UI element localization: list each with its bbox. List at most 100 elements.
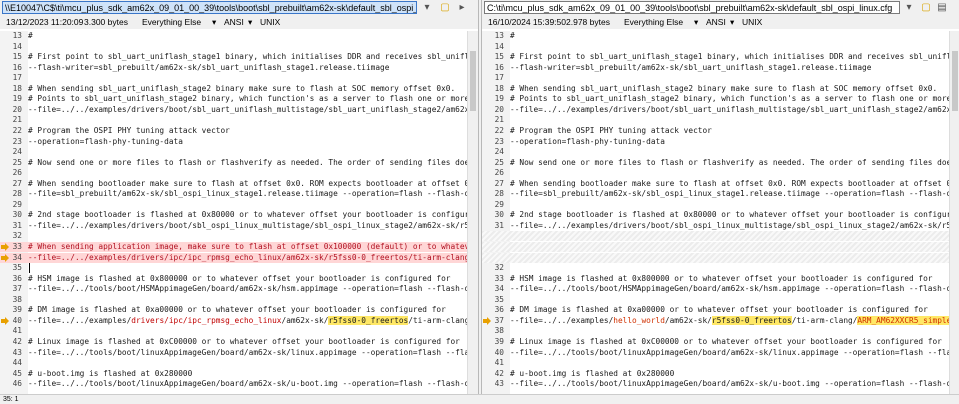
code-line[interactable]: 38 — [482, 326, 950, 336]
code-line[interactable]: 31 --file=../../examples/drivers/boot/sbl… — [482, 221, 959, 231]
code-line[interactable]: 33 # HSM image is flashed at 0x800000 or … — [482, 274, 950, 284]
code-line[interactable]: 17 — [0, 73, 468, 83]
code-line[interactable]: 17 — [482, 73, 950, 83]
code-line[interactable]: 25 # Now send one or more files to flash … — [0, 158, 474, 168]
right-encoding-select[interactable]: ANSI — [706, 16, 726, 29]
right-path-field[interactable]: C:\ti\mcu_plus_sdk_am62x_09_01_00_39\too… — [484, 1, 900, 14]
code-line[interactable]: 42 # Linux image is flashed at 0xC00000 o… — [0, 337, 468, 347]
code-line[interactable]: 28 --file=sbl_prebuilt/am62x-sk/sbl_ospi_… — [0, 189, 478, 199]
code-line[interactable]: 43 --file=../../tools/boot/linuxAppimageG… — [482, 379, 959, 389]
code-line[interactable]: 27 # When sending bootloader make sure to… — [0, 179, 478, 189]
scrollbar-thumb[interactable] — [952, 51, 958, 111]
code-line[interactable]: 24 — [482, 147, 950, 157]
code-line[interactable]: 18 # When sending sbl_uart_uniflash_stage… — [482, 84, 950, 94]
code-line[interactable]: 16 --flash-writer=sbl_prebuilt/am62x-sk/s… — [0, 63, 468, 73]
code-line[interactable]: 13 # — [0, 31, 468, 41]
navigate-icon[interactable]: ▸ — [455, 2, 469, 14]
code-line[interactable]: 25 # Now send one or more files to flash … — [482, 158, 956, 168]
code-line[interactable]: 26 — [0, 168, 468, 178]
line-text: --file=../../tools/boot/linuxAppimageGen… — [510, 379, 959, 389]
code-line[interactable]: 27 # When sending bootloader make sure to… — [482, 179, 959, 189]
code-line[interactable]: 30 # 2nd stage bootloader is flashed at 0… — [0, 210, 478, 220]
code-line[interactable]: 41 — [482, 358, 950, 368]
code-line[interactable]: 26 — [482, 168, 950, 178]
code-line[interactable]: 44 — [0, 358, 468, 368]
code-line[interactable]: 18 # When sending sbl_uart_uniflash_stage… — [0, 84, 468, 94]
dropdown-icon[interactable]: ▾ — [730, 16, 734, 29]
code-line[interactable] — [482, 252, 950, 263]
dropdown-icon[interactable]: ▾ — [420, 2, 434, 14]
code-line[interactable]: 23 --operation=flash-phy-tuning-data — [0, 137, 468, 147]
code-line[interactable]: 32 — [482, 263, 950, 273]
code-line[interactable]: 14 — [482, 42, 950, 52]
code-line[interactable]: 42 # u-boot.img is flashed at 0x280000 — [482, 369, 950, 379]
line-text: --file=../../tools/boot/HSMAppimageGen/b… — [510, 284, 959, 294]
code-line[interactable]: 33 # When sending application image, make… — [0, 242, 478, 252]
left-scrollbar[interactable] — [467, 31, 478, 395]
code-line[interactable]: 39 # Linux image is flashed at 0xC00000 o… — [482, 337, 950, 347]
dropdown-icon[interactable]: ▾ — [694, 16, 698, 29]
code-line[interactable]: 40 --file=../../tools/boot/linuxAppimageG… — [482, 348, 959, 358]
code-line[interactable]: 31 --file=../../examples/drivers/boot/sbl… — [0, 221, 478, 231]
code-line[interactable]: 35 — [0, 263, 468, 274]
code-line[interactable]: 29 — [482, 200, 950, 210]
code-line[interactable] — [482, 242, 950, 252]
right-path-row: C:\ti\mcu_plus_sdk_am62x_09_01_00_39\too… — [482, 0, 959, 16]
left-code-view[interactable]: 13 #14 15 # First point to sbl_uart_uniflas… — [0, 31, 478, 395]
code-line[interactable]: 38 — [0, 295, 468, 305]
code-line[interactable]: 19 # Points to sbl_uart_uniflash_stage2 b… — [482, 94, 959, 104]
code-line[interactable]: 45 # u-boot.img is flashed at 0x280000 — [0, 369, 468, 379]
code-line[interactable]: 16 --flash-writer=sbl_prebuilt/am62x-sk/s… — [482, 63, 950, 73]
code-line[interactable]: 36 # DM image is flashed at 0xa00000 or t… — [482, 305, 950, 315]
code-line[interactable]: 19 # Points to sbl_uart_uniflash_stage2 b… — [0, 94, 478, 104]
code-line[interactable]: 30 # 2nd stage bootloader is flashed at 0… — [482, 210, 959, 220]
line-number: 13 — [12, 31, 22, 40]
right-code-view[interactable]: 13 #14 15 # First point to sbl_uart_uniflas… — [482, 31, 959, 395]
code-line[interactable]: 21 — [482, 115, 950, 125]
code-line[interactable]: 22 # Program the OSPI PHY tuning attack v… — [0, 126, 468, 136]
code-line[interactable]: 21 — [0, 115, 468, 125]
code-line[interactable]: 43 --file=../../tools/boot/linuxAppimageG… — [0, 348, 478, 358]
code-line[interactable]: 23 --operation=flash-phy-tuning-data — [482, 137, 950, 147]
right-mode-select[interactable]: Everything Else — [624, 16, 683, 29]
code-line[interactable]: 46 --file=../../tools/boot/linuxAppimageG… — [0, 379, 478, 389]
dropdown-icon[interactable]: ▾ — [902, 2, 916, 14]
code-line[interactable]: 37 --file=../../examples/hello_world/am62… — [482, 315, 959, 326]
line-number: 45 — [12, 368, 22, 378]
scrollbar-thumb[interactable] — [470, 51, 476, 111]
left-eol-select[interactable]: UNIX — [260, 16, 280, 29]
code-line[interactable]: 29 — [0, 200, 468, 210]
code-line[interactable]: 34 --file=../../tools/boot/HSMAppimageGen… — [482, 284, 959, 294]
code-line[interactable]: 37 --file=../../tools/boot/HSMAppimageGen… — [0, 284, 478, 294]
code-line[interactable]: 14 — [0, 42, 468, 52]
code-line[interactable]: 35 — [482, 295, 950, 305]
save-icon[interactable]: ▤ — [935, 2, 949, 14]
open-folder-icon[interactable]: ▢ — [438, 2, 452, 14]
code-line[interactable]: 15 # First point to sbl_uart_uniflash_sta… — [0, 52, 478, 62]
code-line[interactable]: 24 — [0, 147, 468, 157]
line-number: 14 — [494, 41, 504, 51]
code-line[interactable]: 13 # — [482, 31, 950, 41]
code-line[interactable]: 41 — [0, 326, 468, 336]
dropdown-icon[interactable]: ▾ — [212, 16, 216, 29]
code-line[interactable]: 28 --file=sbl_prebuilt/am62x-sk/sbl_ospi_… — [482, 189, 959, 199]
code-line[interactable]: 40 --file=../../examples/drivers/ipc/ipc_… — [0, 315, 478, 326]
open-folder-icon[interactable]: ▢ — [919, 2, 933, 14]
code-line[interactable]: 20 --file=../../examples/drivers/boot/sbl… — [0, 105, 478, 115]
left-path-field[interactable]: \\E10047\C$\ti\mcu_plus_sdk_am62x_09_01_… — [2, 1, 417, 14]
left-mode-select[interactable]: Everything Else — [142, 16, 201, 29]
code-line[interactable]: 39 # DM image is flashed at 0xa00000 or t… — [0, 305, 468, 315]
line-number: 29 — [12, 199, 22, 209]
code-line[interactable]: 36 # HSM image is flashed at 0x800000 or … — [0, 274, 468, 284]
code-line[interactable]: 20 --file=../../examples/drivers/boot/sbl… — [482, 105, 959, 115]
dropdown-icon[interactable]: ▾ — [248, 16, 252, 29]
right-eol-select[interactable]: UNIX — [742, 16, 762, 29]
code-line[interactable]: 15 # First point to sbl_uart_uniflash_sta… — [482, 52, 959, 62]
code-line[interactable] — [482, 231, 950, 242]
left-encoding-select[interactable]: ANSI — [224, 16, 244, 29]
right-scrollbar[interactable] — [949, 31, 959, 395]
code-line[interactable]: 34 --file=../../examples/drivers/ipc/ipc_… — [0, 252, 478, 263]
code-line[interactable]: 32 — [0, 231, 468, 241]
code-line[interactable]: 22 # Program the OSPI PHY tuning attack v… — [482, 126, 950, 136]
line-text: # First point to sbl_uart_uniflash_stage… — [510, 52, 959, 62]
